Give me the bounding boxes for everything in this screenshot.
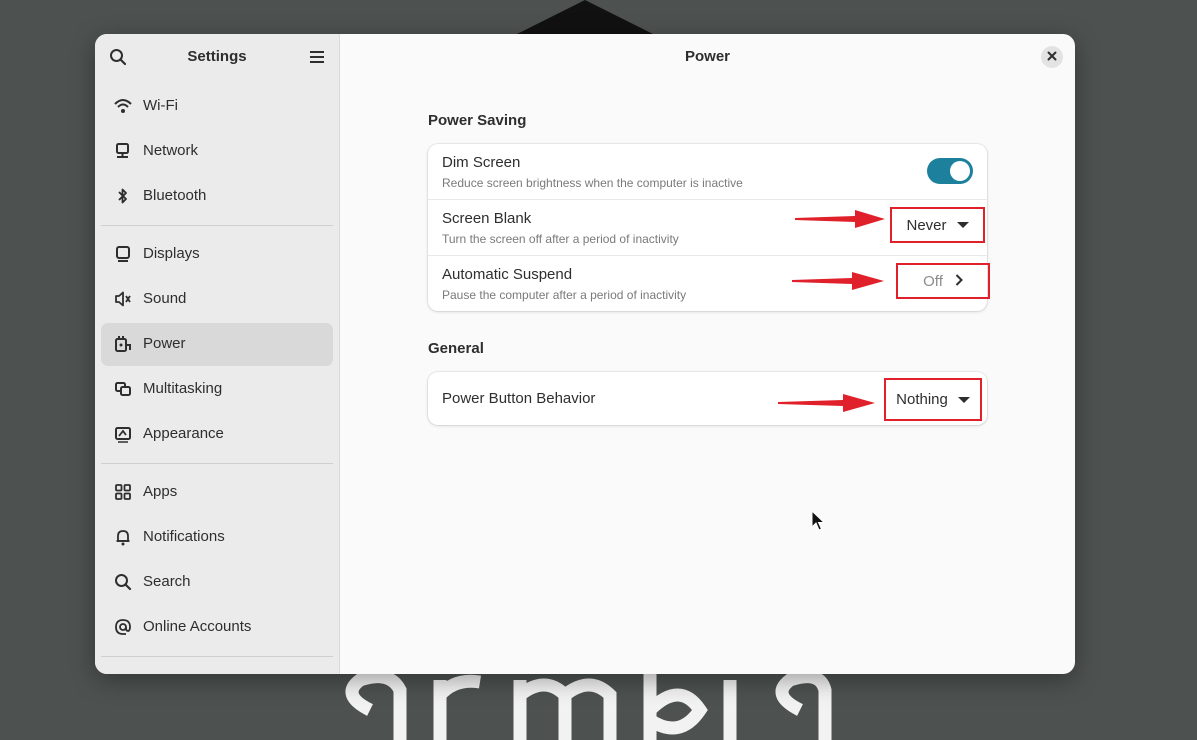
sidebar-item-label: Wi-Fi — [143, 97, 178, 114]
sidebar-item-power[interactable]: Power — [101, 323, 333, 366]
appearance-icon — [114, 425, 132, 443]
screen-blank-value: Never — [906, 216, 947, 234]
sidebar-header: Settings — [95, 34, 339, 80]
sidebar-item-label: Network — [143, 142, 199, 159]
sidebar-item-displays[interactable]: Displays — [101, 233, 333, 276]
sidebar-item-label: Apps — [143, 483, 178, 500]
automatic-suspend-value: Off — [923, 272, 943, 290]
bluetooth-icon — [114, 187, 132, 205]
sidebar: Settings Wi-Fi Network Bluetooth Display… — [95, 34, 340, 674]
power-saving-heading: Power Saving — [428, 112, 527, 129]
automatic-suspend-title: Automatic Suspend — [442, 266, 573, 283]
sidebar-item-appearance[interactable]: Appearance — [101, 413, 333, 456]
sidebar-item-label: Displays — [143, 245, 200, 262]
close-button[interactable] — [1041, 46, 1063, 68]
speaker-icon — [114, 290, 132, 308]
chevron-right-icon — [955, 273, 963, 290]
sidebar-divider — [101, 656, 333, 657]
sidebar-item-notifications[interactable]: Notifications — [101, 516, 333, 559]
screen-blank-row[interactable]: Screen Blank Turn the screen off after a… — [428, 200, 987, 256]
general-card: Power Button Behavior Nothing — [428, 372, 987, 425]
sidebar-item-label: Sound — [143, 290, 187, 307]
automatic-suspend-button[interactable]: Off — [896, 263, 990, 299]
toggle-knob — [950, 161, 970, 181]
page-title: Power — [684, 48, 730, 65]
wifi-icon — [114, 97, 132, 115]
dim-screen-title: Dim Screen — [442, 154, 521, 171]
dim-screen-subtitle: Reduce screen brightness when the comput… — [442, 176, 743, 190]
multitasking-icon — [114, 380, 132, 398]
automatic-suspend-subtitle: Pause the computer after a period of ina… — [442, 288, 687, 302]
dim-screen-toggle[interactable] — [927, 158, 973, 184]
sidebar-item-network[interactable]: Network — [101, 130, 333, 173]
annotation-arrow-icon — [795, 210, 885, 228]
power-button-row[interactable]: Power Button Behavior Nothing — [428, 372, 987, 425]
power-plug-icon — [114, 335, 132, 353]
sidebar-item-label: Multitasking — [143, 380, 223, 397]
settings-window: Settings Wi-Fi Network Bluetooth Display… — [95, 34, 1075, 674]
annotation-arrow-icon — [792, 272, 884, 290]
power-panel: Power Power Saving Dim Screen Reduce scr… — [340, 34, 1075, 674]
sidebar-divider — [101, 463, 333, 464]
sidebar-item-sound[interactable]: Sound — [101, 278, 333, 321]
sidebar-item-label: Online Accounts — [143, 618, 252, 635]
hamburger-menu-icon[interactable] — [309, 49, 325, 65]
screen-blank-dropdown[interactable]: Never — [890, 207, 985, 243]
at-sign-icon — [114, 618, 132, 636]
sidebar-item-label: Search — [143, 573, 191, 590]
annotation-arrow-icon — [778, 394, 875, 412]
sidebar-divider — [101, 225, 333, 226]
sidebar-item-apps[interactable]: Apps — [101, 471, 333, 514]
chevron-down-icon — [956, 222, 969, 228]
sidebar-item-bluetooth[interactable]: Bluetooth — [101, 175, 333, 218]
sidebar-item-label: Bluetooth — [143, 187, 207, 204]
chevron-down-icon — [957, 396, 970, 403]
sidebar-item-label: Appearance — [143, 425, 224, 442]
apps-grid-icon — [114, 483, 132, 501]
mouse-cursor-icon — [811, 510, 825, 531]
power-saving-card: Dim Screen Reduce screen brightness when… — [428, 144, 990, 311]
sidebar-item-wifi[interactable]: Wi-Fi — [101, 85, 333, 128]
screen-blank-title: Screen Blank — [442, 210, 532, 227]
sidebar-item-label: Notifications — [143, 528, 225, 545]
power-button-value: Nothing — [896, 391, 948, 408]
sidebar-item-label: Power — [143, 335, 186, 352]
search-icon — [114, 573, 132, 591]
general-heading: General — [428, 340, 484, 357]
close-icon — [1047, 48, 1057, 66]
sidebar-item-online-accounts[interactable]: Online Accounts — [101, 606, 333, 649]
power-button-title: Power Button Behavior — [442, 390, 596, 407]
bell-icon — [114, 528, 132, 546]
sidebar-item-search[interactable]: Search — [101, 561, 333, 604]
network-icon — [114, 142, 132, 160]
automatic-suspend-row[interactable]: Automatic Suspend Pause the computer aft… — [428, 256, 990, 311]
sidebar-title: Settings — [187, 48, 247, 65]
dim-screen-row[interactable]: Dim Screen Reduce screen brightness when… — [428, 144, 987, 200]
sidebar-list: Wi-Fi Network Bluetooth Displays Sound P… — [101, 85, 333, 664]
screen-blank-subtitle: Turn the screen off after a period of in… — [442, 232, 679, 246]
display-icon — [114, 245, 132, 263]
sidebar-item-multitasking[interactable]: Multitasking — [101, 368, 333, 411]
power-button-dropdown[interactable]: Nothing — [884, 378, 982, 421]
